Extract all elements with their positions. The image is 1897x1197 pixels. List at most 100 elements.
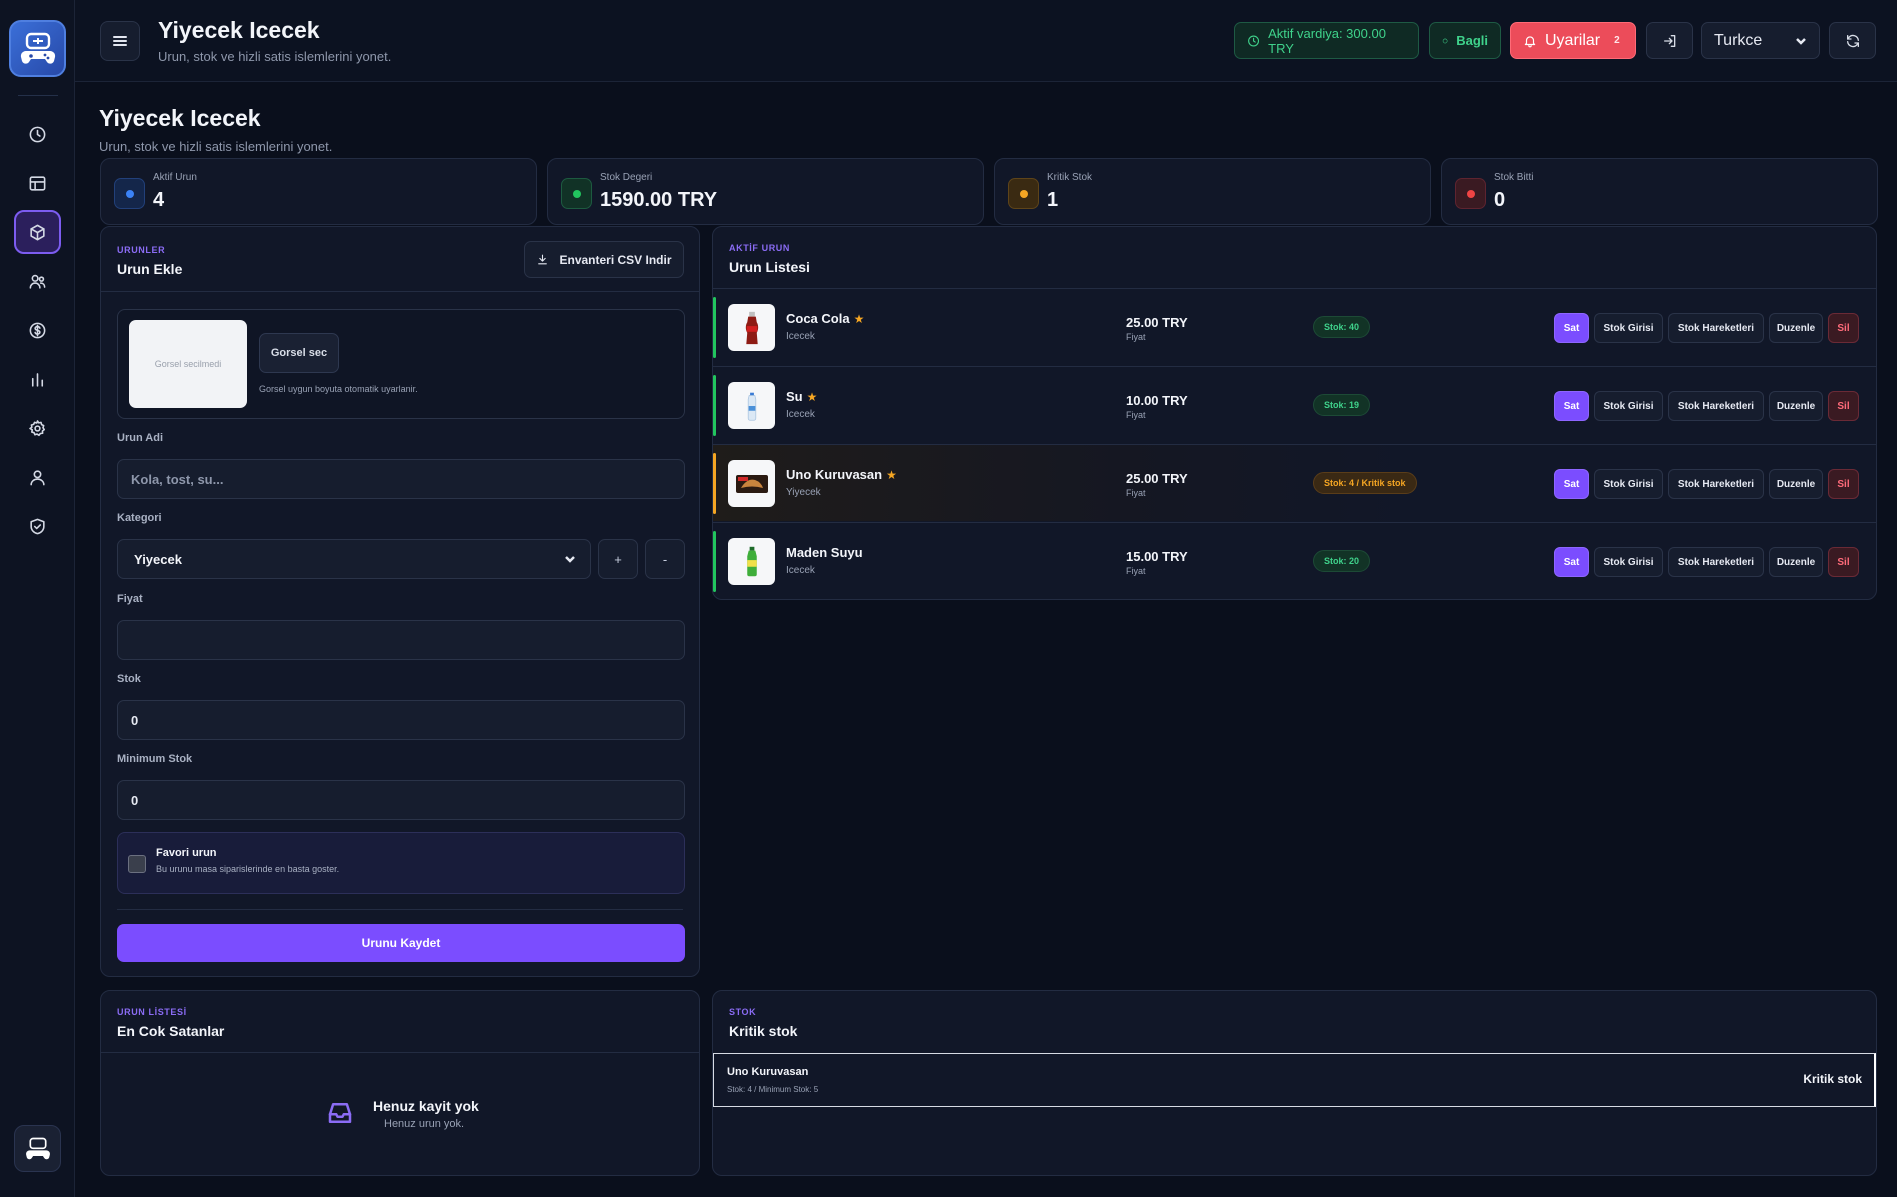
stock-movements-button[interactable]: Stok Hareketleri [1668,313,1764,343]
circle-status-icon [1442,38,1448,43]
page-title: Yiyecek Icecek [99,105,261,131]
stock-input[interactable]: 0 [117,700,685,740]
sell-button[interactable]: Sat [1554,313,1589,343]
category-label: Kategori [117,512,162,524]
product-thumbnail [728,382,775,429]
stock-in-button[interactable]: Stok Girisi [1594,313,1663,343]
stat-value: 4 [153,189,165,211]
product-price: 15.00 TRY [1126,549,1188,564]
name-label: Urun Adi [117,432,164,444]
language-select[interactable]: Turkce [1701,22,1820,59]
product-row: Coca Cola ★ Icecek 25.00 TRY Fiyat Stok: … [713,288,1876,365]
image-preview: Gorsel secilmedi [129,320,247,408]
app-logo[interactable] [9,20,66,77]
sidebar-item-customers[interactable] [14,259,61,303]
sell-button[interactable]: Sat [1554,391,1589,421]
critical-tag: Kritik stok [1803,1072,1862,1086]
stock-in-button[interactable]: Stok Girisi [1594,547,1663,577]
inbox-icon [325,1098,355,1128]
product-name-input[interactable]: Kola, tost, su... [117,459,685,499]
user-icon [30,469,45,485]
panel-title: Urun Listesi [729,259,810,275]
product-name: Maden Suyu [786,545,863,560]
product-list-panel: AKTİF URUN Urun Listesi Coca Cola ★ Icece… [712,226,1877,600]
stock-in-button[interactable]: Stok Girisi [1594,391,1663,421]
stock-badge: Stok: 19 [1313,394,1371,416]
critical-stock-panel: STOK Kritik stok Uno Kuruvasan Stok: 4 /… [712,990,1877,1176]
edit-button[interactable]: Duzenle [1769,391,1823,421]
sidebar-item-reports[interactable] [14,357,61,401]
connection-status: Bagli [1429,22,1501,59]
status-accent [713,375,716,436]
logout-button[interactable] [1646,22,1693,59]
save-product-button[interactable]: Urunu Kaydet [117,924,685,962]
sidebar-item-tables[interactable] [14,161,61,205]
price-caption: Fiyat [1126,566,1146,576]
stock-in-button[interactable]: Stok Girisi [1594,469,1663,499]
sidebar-item-shifts[interactable] [14,112,61,156]
category-value: Yiyecek [134,551,182,567]
stat-indicator [1455,178,1486,209]
delete-button[interactable]: Sil [1828,313,1859,343]
sidebar-item-finance[interactable] [14,308,61,352]
page-subtitle: Urun, stok ve hizli satis islemlerini yo… [99,139,333,154]
sidebar-item-products[interactable] [14,210,61,254]
panel-kicker: AKTİF URUN [729,243,790,253]
sidebar-item-settings[interactable] [14,406,61,450]
edit-button[interactable]: Duzenle [1769,313,1823,343]
stock-movements-button[interactable]: Stok Hareketleri [1668,391,1764,421]
product-row: Uno Kuruvasan ★ Yiyecek 25.00 TRY Fiyat S… [713,444,1876,521]
favorite-star-icon: ★ [886,468,897,482]
add-category-button[interactable]: + [598,539,638,579]
product-row: Su ★ Icecek 10.00 TRY Fiyat Stok: 19 Sat … [713,366,1876,443]
sidebar-item-profile[interactable] [14,455,61,499]
cola-bottle-icon [745,311,758,344]
stock-movements-button[interactable]: Stok Hareketleri [1668,547,1764,577]
menu-toggle-button[interactable] [100,21,140,61]
category-select[interactable]: Yiyecek [117,539,591,579]
download-csv-label: Envanteri CSV Indir [559,252,672,267]
sidebar-app-button[interactable] [14,1125,61,1172]
critical-stock-row[interactable]: Uno Kuruvasan Stok: 4 / Minimum Stok: 5 … [713,1053,1876,1107]
status-dot [125,189,134,198]
critical-product-name: Uno Kuruvasan [727,1066,809,1078]
choose-image-button[interactable]: Gorsel sec [259,333,339,373]
favorite-description: Bu urunu masa siparislerinde en basta go… [156,864,340,874]
delete-button[interactable]: Sil [1828,469,1859,499]
product-thumbnail [728,460,775,507]
product-name-text: Uno Kuruvasan [786,467,883,482]
login-arrow-icon [1663,34,1675,47]
stat-value: 1590.00 TRY [600,189,718,211]
product-price: 25.00 TRY [1126,471,1188,486]
delete-button[interactable]: Sil [1828,391,1859,421]
mineral-water-icon [746,546,757,576]
alerts-button[interactable]: Uyarilar 2 [1510,22,1636,59]
sidebar-item-security[interactable] [14,504,61,548]
gamepad-logo-icon [20,32,55,64]
header-title: Yiyecek Icecek [158,17,320,43]
min-stock-label: Minimum Stok [117,753,193,765]
empty-state-subtitle: Henuz urun yok. [384,1118,465,1130]
product-category: Icecek [786,331,815,342]
download-csv-button[interactable]: Envanteri CSV Indir [524,241,684,278]
active-shift-badge[interactable]: Aktif vardiya: 300.00 TRY [1234,22,1419,59]
stock-movements-button[interactable]: Stok Hareketleri [1668,469,1764,499]
min-stock-input[interactable]: 0 [117,780,685,820]
remove-category-button[interactable]: - [645,539,685,579]
stat-label: Kritik Stok [1047,172,1093,183]
alerts-count-badge: 2 [1614,35,1620,46]
delete-button[interactable]: Sil [1828,547,1859,577]
panel-title: En Cok Satanlar [117,1023,225,1039]
price-input[interactable] [117,620,685,660]
refresh-button[interactable] [1829,22,1876,59]
favorite-option: Favori urun Bu urunu masa siparislerinde… [117,832,685,894]
language-value: Turkce [1714,31,1763,49]
edit-button[interactable]: Duzenle [1769,469,1823,499]
status-accent [713,453,716,514]
sell-button[interactable]: Sat [1554,469,1589,499]
best-sellers-panel: URUN LİSTESİ En Cok Satanlar Henuz kayit… [100,990,700,1176]
favorite-checkbox[interactable] [128,855,146,873]
edit-button[interactable]: Duzenle [1769,547,1823,577]
sell-button[interactable]: Sat [1554,547,1589,577]
price-caption: Fiyat [1126,410,1146,420]
